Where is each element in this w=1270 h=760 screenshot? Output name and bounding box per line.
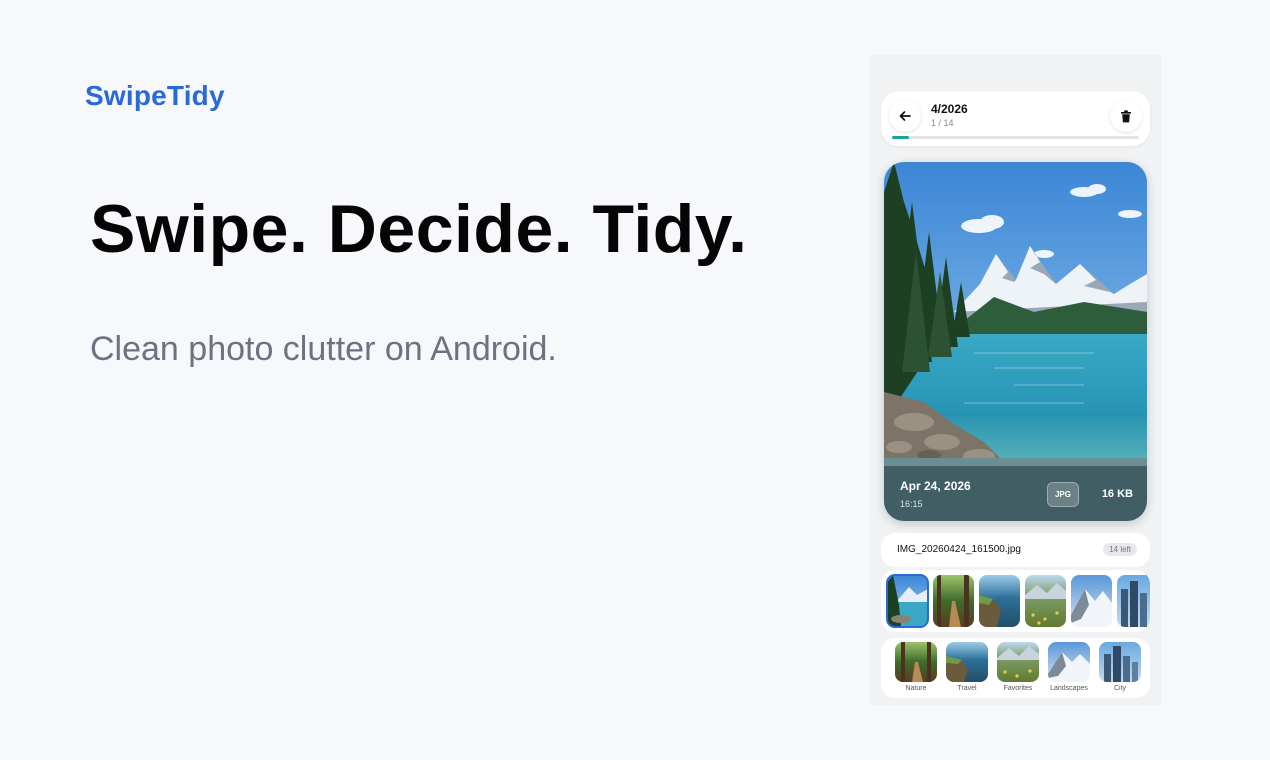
remaining-badge: 14 left	[1103, 543, 1137, 556]
headline: Swipe. Decide. Tidy.	[90, 191, 748, 267]
album-shortcuts: Nature Travel Favorites Landscapes City	[881, 638, 1150, 698]
phone-screenshot: 4/2026 1 / 14 Apr 24, 2026 16:15 JPG 16 …	[870, 55, 1161, 705]
file-size: 16 KB	[1101, 488, 1133, 500]
progress-fill	[892, 136, 910, 139]
album-travel[interactable]: Travel	[942, 642, 992, 692]
album-label: City	[1113, 685, 1127, 692]
format-badge: JPG	[1047, 482, 1079, 507]
arrow-left-icon	[899, 111, 911, 121]
thumbnail-forest-path[interactable]	[933, 575, 974, 627]
photo-counter: 1 / 14	[931, 118, 954, 128]
album-label: Favorites	[1003, 685, 1033, 692]
album-label: Travel	[957, 685, 977, 692]
trash-icon	[1121, 109, 1131, 122]
brand-name: SwipeTidy	[85, 80, 225, 111]
thumbnail-snow-peaks[interactable]	[1071, 575, 1112, 627]
back-button[interactable]	[889, 100, 921, 132]
photo-card[interactable]: Apr 24, 2026 16:15 JPG 16 KB	[884, 162, 1147, 521]
album-label: Nature	[905, 685, 927, 692]
album-nature[interactable]: Nature	[891, 642, 941, 692]
album-landscapes[interactable]: Landscapes	[1044, 642, 1094, 692]
album-city[interactable]: City	[1095, 642, 1145, 692]
thumbnail-mountain-lake[interactable]	[886, 574, 929, 628]
file-name: IMG_20260424_161500.jpg	[897, 544, 1021, 555]
period-title: 4/2026	[931, 102, 968, 116]
thumbnail-strip	[881, 570, 1150, 632]
thumbnail-meadow[interactable]	[1025, 575, 1066, 627]
album-favorites[interactable]: Favorites	[993, 642, 1043, 692]
top-bar: 4/2026 1 / 14	[881, 91, 1150, 146]
photo-date: Apr 24, 2026	[900, 479, 971, 493]
review-progress	[892, 136, 1139, 139]
photo-time: 16:15	[900, 499, 923, 509]
file-name-bar: IMG_20260424_161500.jpg 14 left	[881, 533, 1150, 567]
delete-button[interactable]	[1110, 100, 1142, 132]
album-label: Landscapes	[1050, 685, 1088, 692]
tagline: Clean photo clutter on Android.	[90, 330, 557, 368]
thumbnail-coastline[interactable]	[979, 575, 1020, 627]
photo-info-overlay: Apr 24, 2026 16:15 JPG 16 KB	[884, 466, 1147, 521]
thumbnail-city[interactable]	[1117, 575, 1150, 627]
